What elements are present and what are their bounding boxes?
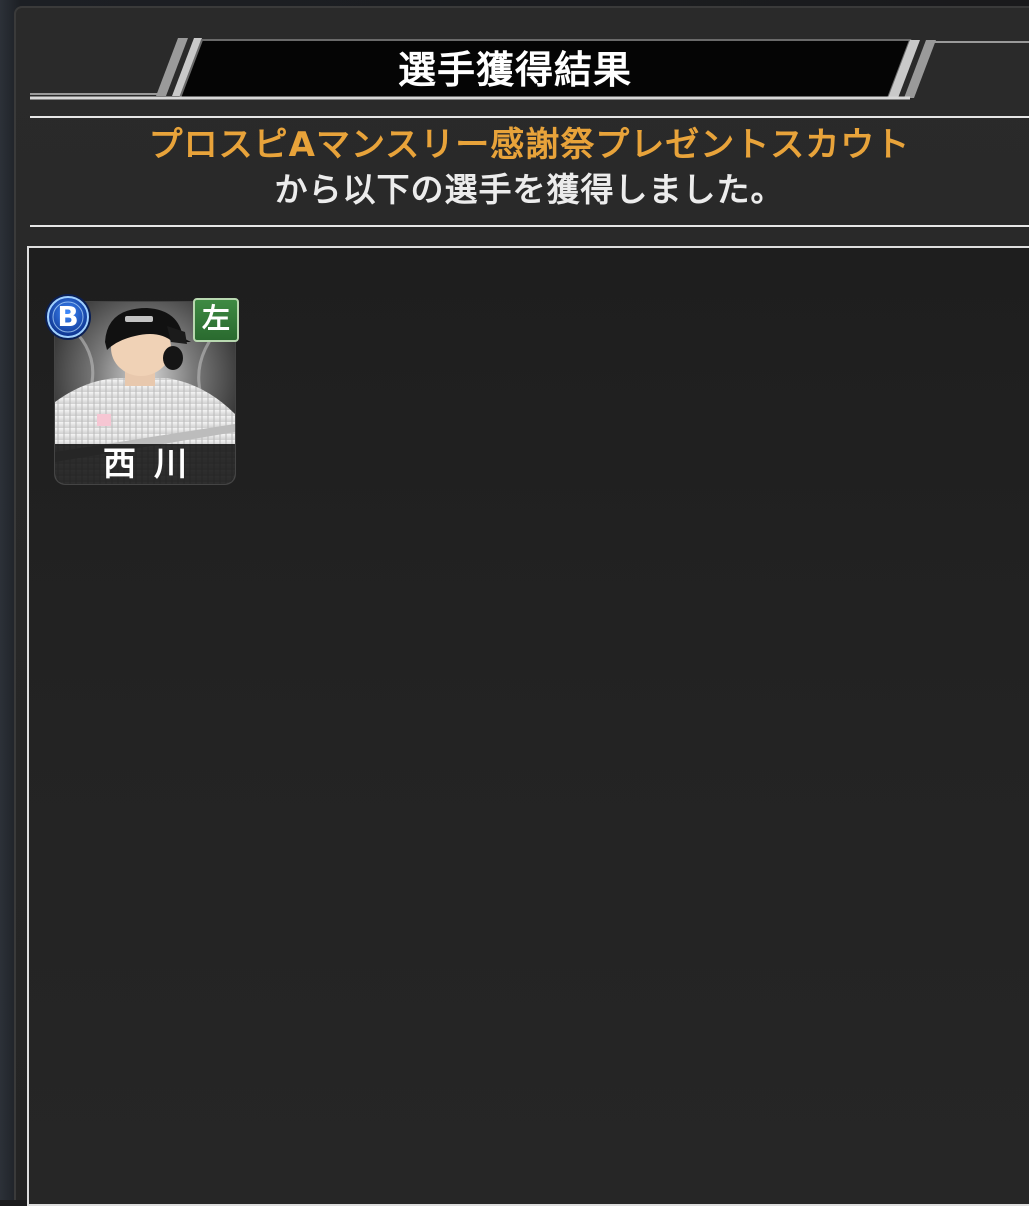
- divider: [30, 116, 1029, 118]
- player-rank: B: [57, 300, 79, 333]
- scout-name: プロスピAマンスリー感謝祭プレゼントスカウト: [148, 125, 911, 165]
- player-name: 西川: [103, 444, 205, 483]
- divider: [30, 225, 1029, 227]
- batting-hand-badge: 左: [193, 298, 239, 342]
- result-message-text: から以下の選手を獲得しました。: [274, 170, 785, 209]
- dialog-title: 選手獲得結果: [397, 48, 632, 92]
- result-message: プロスピAマンスリー感謝祭プレゼントスカウト から以下の選手を獲得しました。: [30, 122, 1029, 212]
